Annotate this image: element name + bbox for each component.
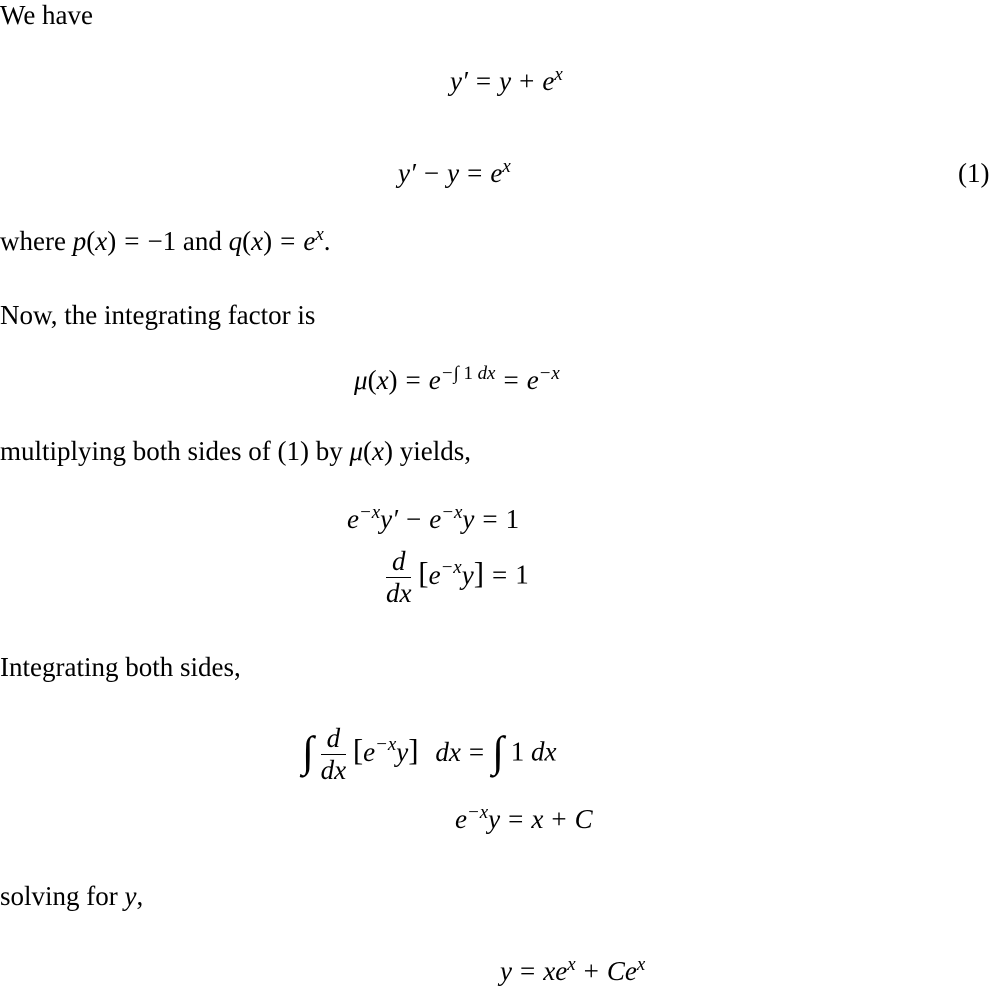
integrating-text: Integrating both sides,: [0, 652, 241, 682]
now-text: Now, the integrating factor is: [0, 300, 316, 330]
solving-line: solving for y,: [0, 881, 144, 911]
equation-integrated: ∫ d dx [e−xy] dx = ∫ 1 dx: [302, 723, 557, 785]
equation-solution: y = xex + Cex: [500, 953, 646, 986]
equation-multiplied: e−xy′ − e−xy = 1: [347, 501, 520, 534]
equation-result: e−xy = x + C: [455, 801, 593, 834]
where-line: where p(x) = −1 and q(x) = ex.: [0, 223, 331, 256]
equation-integrating-factor: μ(x) = e−∫ 1 dx = e−x: [354, 362, 560, 395]
equation-derivative-form: d dx [e−xy] = 1: [386, 546, 529, 608]
intro-text: We have: [0, 0, 94, 30]
equation-label: (1): [958, 158, 990, 188]
multiplying-line: multiplying both sides of (1) by μ(x) yi…: [0, 436, 472, 466]
equation-standard-form: y′ − y = ex: [398, 155, 511, 188]
equation-ode: y′ = y + ex: [450, 63, 563, 96]
